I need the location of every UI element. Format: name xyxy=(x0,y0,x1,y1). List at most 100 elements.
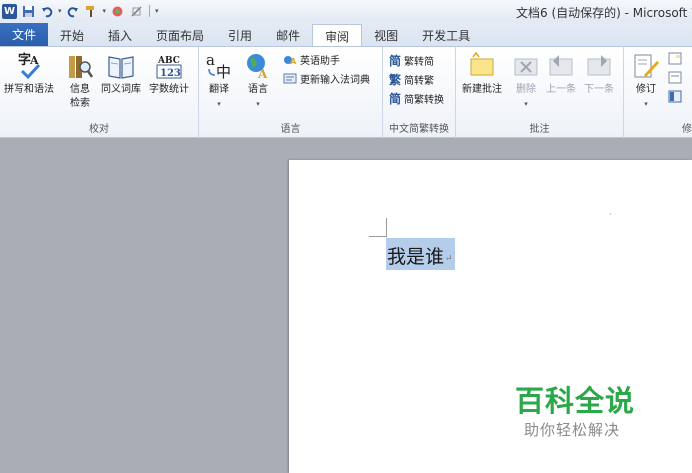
group-tracking: 修订 ▾ 修 xyxy=(624,47,692,138)
word-count-icon: ABC 123 xyxy=(156,56,182,79)
ime-dictionary-icon xyxy=(283,73,297,84)
group-language: a 中 翻译 ▾ A 语言 ▾ A 英语助手 更新输入法词典 语言 xyxy=(199,47,383,138)
clear-format-icon[interactable] xyxy=(128,3,144,19)
group-comments: 新建批注 删除 ▾ 上一条 下一条 批注 xyxy=(456,47,624,138)
new-comment-button[interactable]: 新建批注 xyxy=(462,51,502,97)
previous-comment-button[interactable]: 上一条 xyxy=(546,51,576,97)
color-wheel-icon[interactable] xyxy=(109,3,125,19)
paragraph-mark: ↵ xyxy=(445,254,453,264)
research-icon xyxy=(69,56,94,78)
traditional-char-icon: 简 xyxy=(389,54,402,68)
to-traditional-label: 简转繁 xyxy=(404,76,435,87)
undo-dropdown-icon[interactable]: ▾ xyxy=(58,7,62,15)
next-comment-button[interactable]: 下一条 xyxy=(584,51,614,97)
tracking-small-button-3[interactable] xyxy=(668,90,682,103)
tab-file[interactable]: 文件 xyxy=(0,23,48,46)
spelling-check-icon: 字 A xyxy=(18,52,41,80)
svg-text:A: A xyxy=(290,57,297,66)
selected-text[interactable]: 我是谁 ↵ xyxy=(386,238,455,270)
reviewing-pane-icon xyxy=(668,90,682,103)
language-globe-icon: A xyxy=(247,54,268,81)
tracking-small-button-2[interactable] xyxy=(668,71,682,84)
tab-home[interactable]: 开始 xyxy=(48,24,96,46)
to-simplified-button[interactable]: 简 繁转简 xyxy=(389,52,434,69)
track-changes-dropdown-icon: ▾ xyxy=(644,100,648,108)
tab-view[interactable]: 视图 xyxy=(362,24,410,46)
format-painter-icon[interactable] xyxy=(84,3,100,19)
selected-text-content: 我是谁 xyxy=(387,245,445,268)
group-language-label: 语言 xyxy=(280,124,301,135)
track-changes-label: 修订 xyxy=(636,84,656,95)
research-label-line2: 检索 xyxy=(70,98,90,109)
show-markup-icon xyxy=(668,71,682,84)
track-changes-icon xyxy=(634,54,659,78)
research-label-line1: 信息 xyxy=(70,84,90,95)
tab-page-layout[interactable]: 页面布局 xyxy=(144,24,216,46)
format-dropdown-icon[interactable]: ▾ xyxy=(103,7,107,15)
redo-icon[interactable] xyxy=(65,3,81,19)
thesaurus-book-icon xyxy=(108,56,134,79)
delete-comment-label: 删除 xyxy=(516,84,536,95)
delete-comment-button[interactable]: 删除 ▾ xyxy=(512,51,540,111)
tab-review[interactable]: 审阅 xyxy=(312,24,363,47)
language-button[interactable]: A 语言 ▾ xyxy=(244,51,272,111)
thesaurus-button[interactable]: 同义词库 xyxy=(101,51,141,97)
group-proofing-label: 校对 xyxy=(89,124,109,135)
language-label: 语言 xyxy=(248,84,268,95)
track-changes-button[interactable]: 修订 ▾ xyxy=(632,51,660,111)
word-count-button[interactable]: ABC 123 字数统计 xyxy=(149,51,189,97)
window-title: 文档6 (自动保存的) - Microsoft W xyxy=(516,6,692,20)
save-icon[interactable] xyxy=(20,3,36,19)
undo-icon[interactable] xyxy=(39,3,55,19)
english-assistant-button[interactable]: A 英语助手 xyxy=(283,52,340,67)
research-button[interactable]: 信息 检索 xyxy=(66,51,94,111)
watermark-title: 百科全说 xyxy=(515,384,636,418)
svg-text:123: 123 xyxy=(160,68,181,79)
spelling-grammar-label: 拼写和语法 xyxy=(4,84,54,95)
quick-access-toolbar: W ▾ ▾ ▾ xyxy=(0,3,159,19)
spelling-grammar-button[interactable]: 字 A 拼写和语法 xyxy=(4,51,54,97)
delete-comment-icon xyxy=(514,58,538,76)
svg-text:a: a xyxy=(206,51,215,69)
translate-dropdown-icon: ▾ xyxy=(217,100,221,108)
new-comment-label: 新建批注 xyxy=(462,84,502,95)
translate-label: 翻译 xyxy=(209,84,229,95)
title-bar: W ▾ ▾ ▾ 文档6 (自动保存的) - Microsoft W xyxy=(0,0,692,22)
next-comment-icon xyxy=(587,55,611,76)
group-chinese-conversion: 简 繁转简 繁 简转繁 简 简繁转换 中文简繁转换 xyxy=(383,47,456,138)
word-count-label: 字数统计 xyxy=(149,84,189,95)
convert-label: 简繁转换 xyxy=(404,95,445,106)
group-chinese-conversion-label: 中文简繁转换 xyxy=(389,124,449,135)
tab-insert[interactable]: 插入 xyxy=(96,24,144,46)
svg-text:A: A xyxy=(257,67,268,81)
new-comment-icon xyxy=(470,51,494,76)
page-speck: · xyxy=(609,210,612,219)
tab-mailings[interactable]: 邮件 xyxy=(264,24,312,46)
ribbon: 字 A 拼写和语法 信息 检索 同义词库 ABC 123 字数统计 校对 a 中… xyxy=(0,46,692,138)
qat-separator xyxy=(149,5,151,17)
document-page[interactable]: · 我是谁 ↵ 百科全说 助你轻松解决 xyxy=(289,160,692,473)
to-traditional-button[interactable]: 繁 简转繁 xyxy=(389,71,434,88)
to-simplified-label: 繁转简 xyxy=(404,57,435,68)
translate-icon: a 中 xyxy=(206,51,231,81)
previous-comment-label: 上一条 xyxy=(546,84,576,95)
previous-comment-icon xyxy=(549,55,573,76)
thesaurus-label: 同义词库 xyxy=(101,84,141,95)
update-ime-dictionary-button[interactable]: 更新输入法词典 xyxy=(283,71,370,86)
margin-corner-horizontal xyxy=(369,236,387,237)
ribbon-tabs: 文件 开始 插入 页面布局 引用 邮件 审阅 视图 开发工具 xyxy=(0,22,692,47)
convert-char-icon: 简 xyxy=(389,92,402,106)
word-app-icon[interactable]: W xyxy=(2,3,17,19)
tracking-small-button-1[interactable] xyxy=(668,52,682,65)
watermark-subtitle: 助你轻松解决 xyxy=(524,421,621,439)
chinese-convert-button[interactable]: 简 简繁转换 xyxy=(389,90,444,107)
group-comments-label: 批注 xyxy=(529,124,550,135)
tab-developer[interactable]: 开发工具 xyxy=(410,24,482,46)
translate-button[interactable]: a 中 翻译 ▾ xyxy=(205,51,233,111)
tab-references[interactable]: 引用 xyxy=(216,24,264,46)
group-proofing: 字 A 拼写和语法 信息 检索 同义词库 ABC 123 字数统计 校对 xyxy=(0,47,199,138)
svg-text:中: 中 xyxy=(216,63,231,81)
customize-qat-icon[interactable]: ▾ xyxy=(155,7,159,15)
english-assistant-label: 英语助手 xyxy=(300,56,340,67)
language-dropdown-icon: ▾ xyxy=(256,100,260,108)
